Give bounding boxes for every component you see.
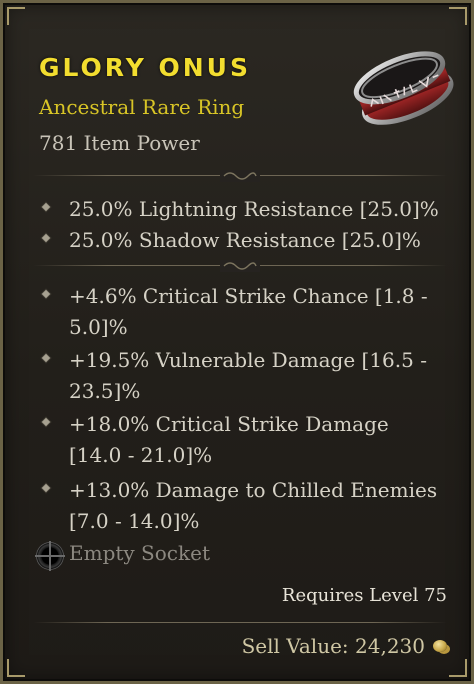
affix: +4.6% Critical Strike Chance [1.8 - 5.0]… (41, 281, 443, 343)
section-divider (33, 170, 447, 182)
affix: +13.0% Damage to Chilled Enemies [7.0 - … (41, 475, 443, 537)
affix-text: +13.0% Damage to Chilled Enemies [7.0 - … (69, 478, 438, 533)
socket-label: Empty Socket (69, 541, 210, 565)
affix-text: +4.6% Critical Strike Chance [1.8 - 5.0]… (69, 284, 428, 339)
ring-icon (353, 51, 454, 125)
implicit-affix: 25.0% Lightning Resistance [25.0]% (41, 194, 443, 225)
sell-value: Sell Value: 24,230 (242, 633, 447, 659)
level-requirement: Requires Level 75 (281, 585, 447, 606)
item-power: 781 Item Power (39, 131, 200, 155)
sell-value-label: Sell Value: 24,230 (241, 634, 425, 658)
affix-text: +18.0% Critical Strike Damage [14.0 - 21… (69, 412, 389, 467)
frame-corner (449, 659, 467, 677)
affix-bullet-icon (41, 233, 51, 243)
affix-bullet-icon (41, 289, 51, 299)
implicit-affix: 25.0% Shadow Resistance [25.0]% (41, 225, 443, 256)
affix-text: 25.0% Shadow Resistance [25.0]% (69, 228, 421, 252)
item-type: Ancestral Rare Ring (39, 95, 245, 119)
affix-bullet-icon (41, 202, 51, 212)
affix-text: 25.0% Lightning Resistance [25.0]% (69, 197, 439, 221)
affix: +19.5% Vulnerable Damage [16.5 - 23.5]% (41, 345, 443, 407)
section-divider (33, 617, 447, 629)
item-tooltip: GLORY ONUS Ancestral Rare Ring 781 Item … (0, 0, 474, 684)
gold-coin-icon (433, 640, 447, 652)
section-divider (33, 260, 447, 272)
item-name: GLORY ONUS (39, 53, 251, 82)
affix-bullet-icon (41, 353, 51, 363)
affix: +18.0% Critical Strike Damage [14.0 - 21… (41, 409, 443, 471)
empty-socket-icon (35, 541, 65, 571)
frame-corner (7, 7, 25, 25)
affix-text: +19.5% Vulnerable Damage [16.5 - 23.5]% (69, 348, 427, 403)
frame-corner (449, 7, 467, 25)
affix-bullet-icon (41, 483, 51, 493)
frame-corner (7, 659, 25, 677)
affix-bullet-icon (41, 417, 51, 427)
